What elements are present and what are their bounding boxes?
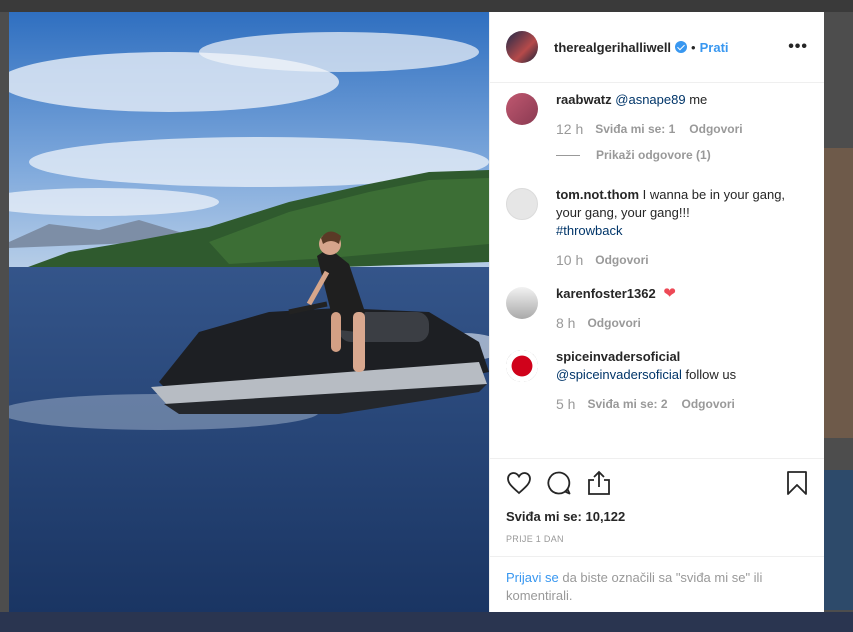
background-tile	[0, 612, 853, 632]
reply-button[interactable]: Odgovori	[682, 395, 735, 413]
follow-button[interactable]: Prati	[700, 40, 729, 55]
view-replies-button[interactable]: Prikaži odgovore (1)	[556, 146, 808, 164]
background-tile	[824, 148, 853, 438]
bookmark-icon[interactable]	[786, 470, 808, 496]
comment-item: raabwatz @asnape89 me 12 h Sviđa mi se: …	[506, 91, 808, 164]
comment-username[interactable]: tom.not.thom	[556, 187, 639, 202]
comment-item: spiceinvadersoficial @spiceinvadersofici…	[506, 348, 808, 413]
background-tile	[824, 470, 853, 610]
post-modal: therealgerihalliwell • Prati ••• raabwat…	[9, 12, 824, 612]
comment-username[interactable]: karenfoster1362	[556, 286, 656, 301]
view-replies-label: Prikaži odgovore (1)	[596, 148, 711, 162]
comment-item: tom.not.thom I wanna be in your gang, yo…	[506, 186, 808, 269]
more-options-icon[interactable]: •••	[788, 38, 808, 56]
jetski-photo	[9, 12, 489, 612]
comment-time[interactable]: 10 h	[556, 251, 583, 269]
comment-time[interactable]: 8 h	[556, 314, 575, 332]
reply-button[interactable]: Odgovori	[595, 251, 648, 269]
comment-text: follow us	[681, 367, 737, 382]
author-username[interactable]: therealgerihalliwell	[554, 40, 671, 55]
commenter-avatar[interactable]	[506, 188, 538, 220]
post-photo	[9, 12, 489, 612]
commenter-avatar[interactable]	[506, 93, 538, 125]
comment-icon[interactable]	[546, 470, 572, 496]
replies-divider	[556, 154, 580, 156]
comment-likes[interactable]: Sviđa mi se: 2	[587, 395, 667, 413]
comment-username[interactable]: spiceinvadersoficial	[556, 349, 680, 364]
comment-time[interactable]: 5 h	[556, 395, 575, 413]
comment-likes[interactable]: Sviđa mi se: 1	[595, 120, 675, 138]
comment-text: me	[685, 92, 708, 107]
login-prompt: Prijavi se da biste označili sa "sviđa m…	[490, 556, 824, 612]
comment-mention[interactable]: @spiceinvadersoficial	[556, 367, 682, 382]
verified-badge-icon	[675, 41, 688, 53]
post-side-panel: therealgerihalliwell • Prati ••• raabwat…	[489, 12, 824, 612]
login-link[interactable]: Prijavi se	[506, 570, 559, 585]
reply-button[interactable]: Odgovori	[587, 314, 640, 332]
post-actions: Sviđa mi se: 10,122	[490, 458, 824, 526]
reply-button[interactable]: Odgovori	[689, 120, 742, 138]
comments-list: raabwatz @asnape89 me 12 h Sviđa mi se: …	[490, 83, 824, 458]
heart-emoji: ❤	[663, 285, 676, 302]
likes-count[interactable]: Sviđa mi se: 10,122	[506, 509, 808, 524]
commenter-avatar[interactable]	[506, 287, 538, 319]
background-tile	[0, 0, 853, 12]
commenter-avatar[interactable]	[506, 350, 538, 382]
comment-time[interactable]: 12 h	[556, 120, 583, 138]
comment-item: karenfoster1362 ❤ 8 h Odgovori	[506, 285, 808, 332]
share-icon[interactable]	[586, 470, 612, 496]
header-separator: •	[691, 39, 696, 55]
author-avatar[interactable]	[506, 31, 538, 63]
comment-hashtag[interactable]: #throwback	[556, 223, 622, 238]
post-date: PRIJE 1 DAN	[506, 534, 564, 544]
heart-outline-icon[interactable]	[506, 471, 532, 495]
post-header: therealgerihalliwell • Prati •••	[490, 12, 824, 83]
comment-mention[interactable]: @asnape89	[615, 92, 685, 107]
comment-username[interactable]: raabwatz	[556, 92, 612, 107]
